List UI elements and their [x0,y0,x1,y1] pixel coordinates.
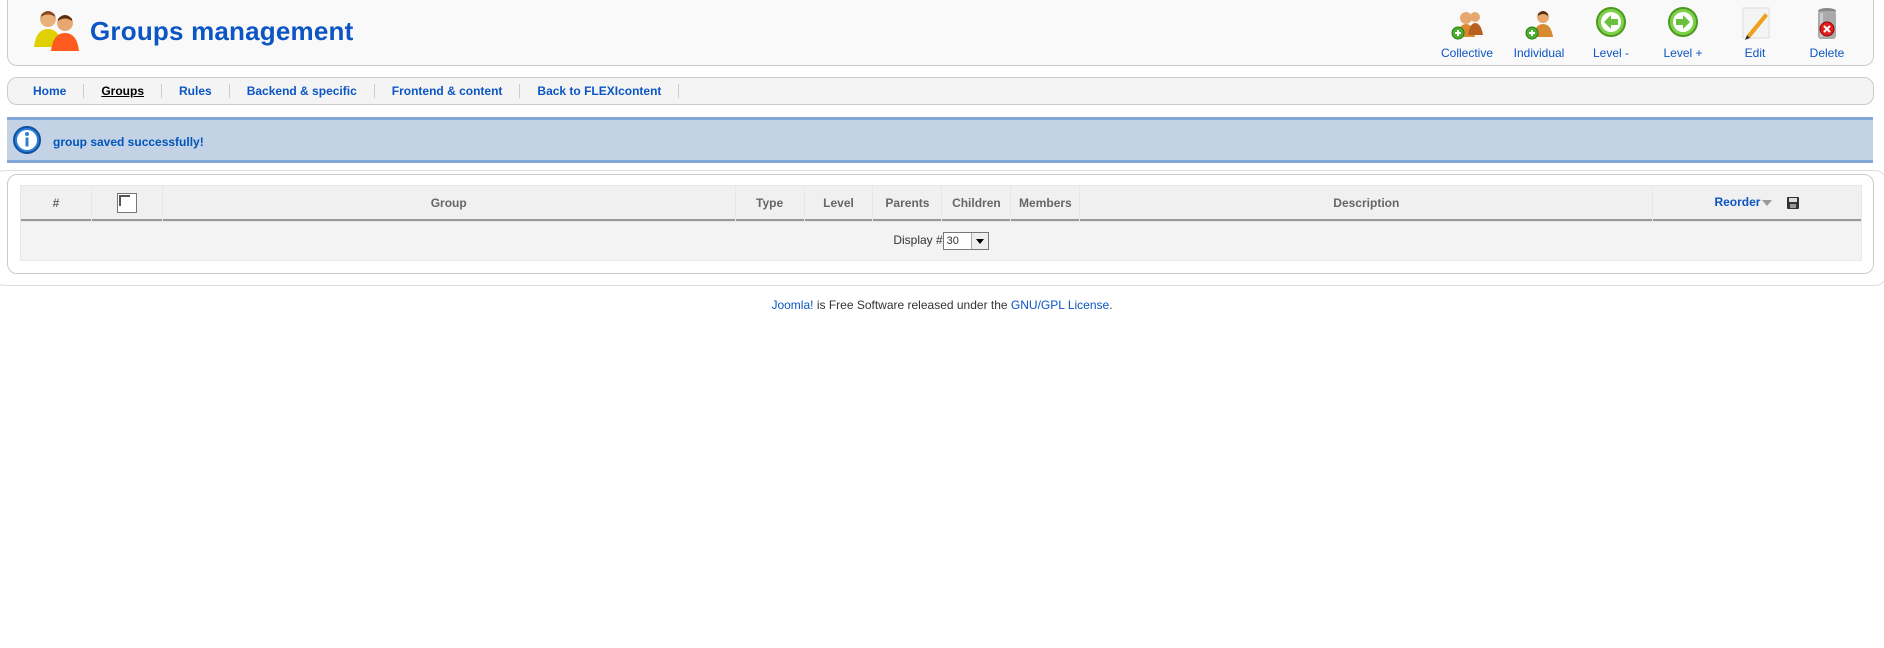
trash-icon [1818,8,1836,39]
column-description: Description [1080,186,1653,221]
groups-table-container: # Group Type Level Parents Children Memb… [7,174,1874,274]
page-title: Groups management [90,16,354,46]
edit-label: Edit [1744,46,1766,60]
sort-desc-icon [1762,199,1773,206]
toolbar: Collective Individual Level - Level + Ed… [1431,5,1863,60]
submenu: Home Groups Rules Backend & specific Fro… [7,77,1874,105]
submenu-item-back-to-flexicontent[interactable]: Back to FLEXIcontent [520,84,680,98]
submenu-item-backend[interactable]: Backend & specific [230,84,375,98]
pagination-footer: Display #30 [21,222,1861,260]
display-limit-select[interactable]: 30 [942,232,989,250]
table-header-row: # Group Type Level Parents Children Memb… [21,186,1861,221]
license-link[interactable]: GNU/GPL License [1011,298,1109,312]
delete-label: Delete [1809,46,1845,60]
page-footer: Joomla! is Free Software released under … [0,298,1884,312]
level-down-icon [1596,7,1626,37]
delete-button[interactable]: Delete [1791,5,1863,60]
collective-add-icon [1451,12,1483,40]
save-order-icon[interactable] [1786,196,1800,210]
level-down-label: Level - [1592,46,1630,60]
collective-button[interactable]: Collective [1431,5,1503,60]
reorder-sort-link[interactable]: Reorder [1714,195,1760,209]
submenu-item-frontend[interactable]: Frontend & content [375,84,521,98]
column-type: Type [735,186,804,221]
column-number: # [21,186,91,221]
joomla-link[interactable]: Joomla! [771,298,813,312]
level-down-button[interactable]: Level - [1575,5,1647,60]
display-limit-value: 30 [946,235,959,247]
column-reorder: Reorder [1653,186,1861,221]
groups-table: # Group Type Level Parents Children Memb… [20,185,1862,261]
submenu-item-groups[interactable]: Groups [84,84,163,98]
column-checkall [91,186,162,221]
footer-end: . [1109,298,1113,312]
level-up-label: Level + [1663,46,1703,60]
system-message-text: group saved successfully! [53,135,204,149]
column-level: Level [804,186,873,221]
individual-add-icon [1525,11,1553,40]
level-up-button[interactable]: Level + [1647,5,1719,60]
column-parents: Parents [873,186,942,221]
submenu-item-rules[interactable]: Rules [162,84,230,98]
collective-label: Collective [1440,46,1494,60]
individual-label: Individual [1513,46,1565,60]
edit-button[interactable]: Edit [1719,5,1791,60]
check-all-checkbox[interactable] [116,192,137,213]
individual-button[interactable]: Individual [1503,5,1575,60]
chevron-down-icon [970,233,988,249]
table-footer-row: Display #30 [21,222,1861,260]
column-members: Members [1011,186,1080,221]
column-group[interactable]: Group [162,186,735,221]
info-icon [13,126,41,154]
system-message: group saved successfully! [7,117,1873,163]
column-children: Children [942,186,1011,221]
display-label: Display # [893,233,943,248]
groups-icon [34,11,79,51]
level-up-icon [1668,7,1698,37]
pencil-icon [1742,7,1770,40]
page-header: Groups management Collective Individual [7,0,1874,66]
submenu-item-home[interactable]: Home [8,84,85,98]
footer-text: is Free Software released under the [813,298,1011,312]
